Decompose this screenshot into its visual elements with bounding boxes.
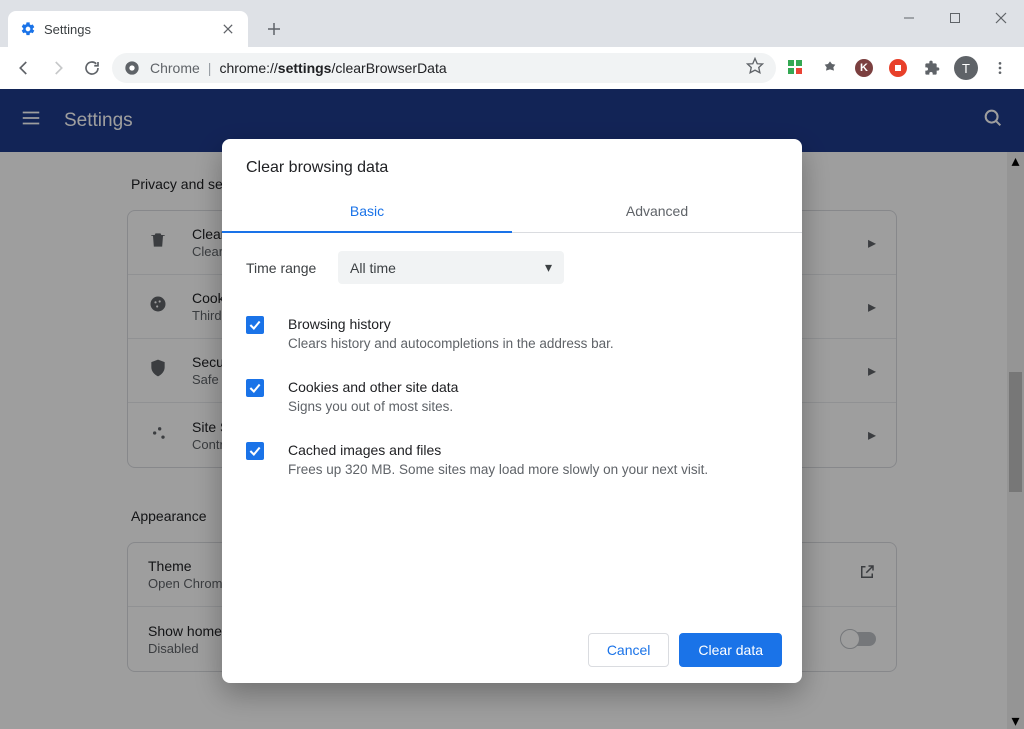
chrome-icon <box>124 60 140 76</box>
maximize-button[interactable] <box>932 0 978 36</box>
close-window-button[interactable] <box>978 0 1024 36</box>
minimize-button[interactable] <box>886 0 932 36</box>
checkbox-browsing-history[interactable] <box>246 316 264 334</box>
extension-icon-1[interactable] <box>782 54 810 82</box>
bookmark-star-icon[interactable] <box>746 57 764 80</box>
close-tab-button[interactable] <box>220 21 236 37</box>
dialog-tabs: Basic Advanced <box>222 191 802 233</box>
forward-button[interactable] <box>44 54 72 82</box>
dialog-body: Time range All time ▾ Browsing historyCl… <box>222 233 802 617</box>
tab-advanced[interactable]: Advanced <box>512 191 802 232</box>
gear-icon <box>20 21 36 37</box>
toolbar: Chrome|chrome://settings/clearBrowserDat… <box>0 47 1024 89</box>
extension-icon-2[interactable] <box>816 54 844 82</box>
clear-data-button[interactable]: Clear data <box>679 633 782 667</box>
chrome-menu-button[interactable] <box>986 54 1014 82</box>
tab-strip: Settings <box>0 0 1024 47</box>
option-cookies[interactable]: Cookies and other site dataSigns you out… <box>246 369 778 424</box>
tab-title: Settings <box>44 22 212 37</box>
option-browsing-history[interactable]: Browsing historyClears history and autoc… <box>246 306 778 361</box>
back-button[interactable] <box>10 54 38 82</box>
caret-down-icon: ▾ <box>545 259 552 276</box>
clear-browsing-data-dialog: Clear browsing data Basic Advanced Time … <box>222 139 802 683</box>
tab-basic[interactable]: Basic <box>222 191 512 233</box>
window-controls <box>886 0 1024 36</box>
reload-button[interactable] <box>78 54 106 82</box>
address-bar[interactable]: Chrome|chrome://settings/clearBrowserDat… <box>112 53 776 83</box>
browser-tab[interactable]: Settings <box>8 11 248 47</box>
extension-icon-3[interactable]: K <box>850 54 878 82</box>
dialog-title: Clear browsing data <box>222 139 802 191</box>
checkbox-cookies[interactable] <box>246 379 264 397</box>
profile-avatar[interactable]: T <box>952 54 980 82</box>
checkbox-cached[interactable] <box>246 442 264 460</box>
time-range-select[interactable]: All time ▾ <box>338 251 564 284</box>
time-range-label: Time range <box>246 260 338 276</box>
extensions-button[interactable] <box>918 54 946 82</box>
extension-icon-4[interactable] <box>884 54 912 82</box>
option-cached[interactable]: Cached images and filesFrees up 320 MB. … <box>246 432 778 487</box>
cancel-button[interactable]: Cancel <box>588 633 670 667</box>
dialog-footer: Cancel Clear data <box>222 617 802 683</box>
new-tab-button[interactable] <box>260 15 288 43</box>
address-text: Chrome|chrome://settings/clearBrowserDat… <box>150 60 447 76</box>
